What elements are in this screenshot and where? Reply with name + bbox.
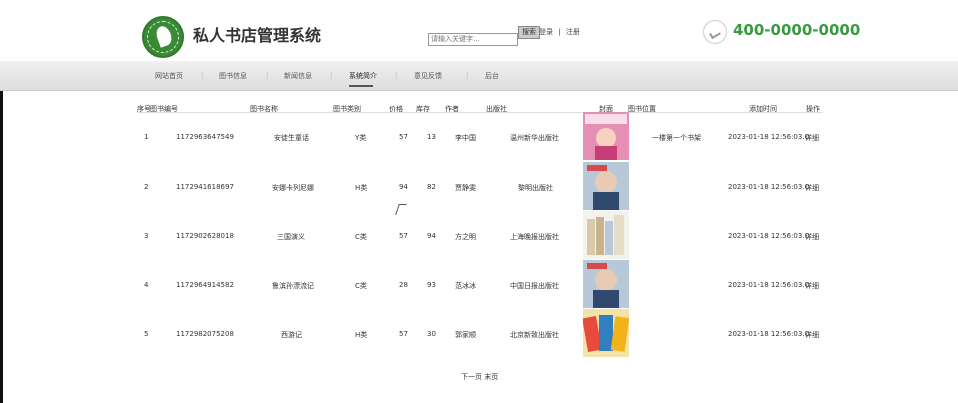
cell-no: 2 <box>144 183 149 191</box>
cell-author: 贾静雯 <box>455 184 476 192</box>
cell-stock: 13 <box>427 133 436 141</box>
site-title: 私人书店管理系统 <box>193 26 322 45</box>
cell-code: 1172963647549 <box>176 133 234 141</box>
cell-author: 李中国 <box>455 134 476 142</box>
cell-name: 三国演义 <box>277 233 305 241</box>
cell-time: 2023-01-18 12:56:03.0 <box>728 183 810 191</box>
cell-no: 5 <box>144 330 149 338</box>
cell-price: 94 <box>399 183 408 191</box>
pagination: 下一页 末页 <box>461 372 498 382</box>
cell-publisher: 温州新华出版社 <box>510 134 559 142</box>
cover-image <box>583 260 629 308</box>
cell-price: 28 <box>399 281 408 289</box>
phone-icon <box>703 20 727 44</box>
cell-price: 57 <box>399 133 408 141</box>
cell-code: 1172964914582 <box>176 281 234 289</box>
cell-stock: 82 <box>427 183 436 191</box>
cover-image <box>583 309 629 357</box>
cell-time: 2023-01-18 12:56:03.0 <box>728 330 810 338</box>
next-page-link[interactable]: 下一页 <box>461 373 482 381</box>
cell-no: 3 <box>144 232 149 240</box>
cover-image <box>583 112 629 160</box>
cell-no: 1 <box>144 133 149 141</box>
register-link[interactable]: 注册 <box>566 28 580 36</box>
nav-active-indicator <box>349 85 373 87</box>
detail-link[interactable]: 详细 <box>805 281 819 291</box>
cell-author: 方之明 <box>455 233 476 241</box>
book-set-cover <box>583 211 629 259</box>
magazine-pink-cover <box>583 112 629 160</box>
nav-item-about[interactable]: 系统简介 <box>349 71 377 81</box>
cell-code: 1172902628018 <box>176 232 234 240</box>
auth-divider: | <box>558 28 561 36</box>
detail-link[interactable]: 详细 <box>805 133 819 143</box>
nav-separator: | <box>330 71 333 79</box>
cell-stock: 30 <box>427 330 436 338</box>
nav-item-admin[interactable]: 后台 <box>485 71 499 81</box>
table-row: 3 1172902628018 三国演义 C类 57 94 方之明 上海晚报出版… <box>0 211 958 259</box>
detail-link[interactable]: 详细 <box>805 232 819 242</box>
search-button[interactable]: 搜索 <box>518 26 540 39</box>
cell-author: 范冰冰 <box>455 282 476 290</box>
nav-separator: | <box>395 71 398 79</box>
cell-category: H类 <box>355 184 368 192</box>
cell-name: 西游记 <box>281 331 302 339</box>
cell-category: C类 <box>355 233 367 241</box>
detail-link[interactable]: 详细 <box>805 183 819 193</box>
cell-stock: 93 <box>427 281 436 289</box>
logo[interactable] <box>142 16 184 58</box>
search-bar: 搜索 <box>428 26 540 46</box>
magazine-man-cover <box>583 162 629 210</box>
cell-author: 郭家顺 <box>455 331 476 339</box>
books-colorful-cover <box>583 309 629 357</box>
nav-separator: | <box>466 71 469 79</box>
main-nav: 网站首页 | 图书信息 | 新闻信息 | 系统简介 | 意见反馈 | 后台 <box>0 61 958 91</box>
cover-image <box>583 211 629 259</box>
table-row: 5 1172982075208 西游记 H类 57 30 郭家顺 北京新致出版社… <box>0 309 958 357</box>
header: 私人书店管理系统 搜索 登录 | 注册 400-0000-0000 <box>0 0 958 61</box>
cell-name: 安徒生童话 <box>274 134 309 142</box>
cell-code: 1172941618697 <box>176 183 234 191</box>
nav-item-books[interactable]: 图书信息 <box>219 71 247 81</box>
cell-time: 2023-01-18 12:56:03.0 <box>728 281 810 289</box>
cell-name: 鲁滨孙漂流记 <box>272 282 314 290</box>
table-row: 1 1172963647549 安徒生童话 Y类 57 13 李中国 温州新华出… <box>0 112 958 160</box>
cell-category: H类 <box>355 331 368 339</box>
login-link[interactable]: 登录 <box>539 28 553 36</box>
magazine-man-cover <box>583 260 629 308</box>
cell-publisher: 上海晚报出版社 <box>510 233 559 241</box>
auth-links: 登录 | 注册 <box>539 27 580 37</box>
table-row: 2 1172941618697 安娜卡列尼娜 H类 94 82 贾静雯 黎明出版… <box>0 162 958 210</box>
cell-time: 2023-01-18 12:56:03.0 <box>728 133 810 141</box>
phone-number: 400-0000-0000 <box>733 21 861 39</box>
search-input[interactable] <box>428 32 518 46</box>
nav-item-news[interactable]: 新闻信息 <box>284 71 312 81</box>
detail-link[interactable]: 详细 <box>805 330 819 340</box>
cell-location: 一楼第一个书架 <box>652 134 701 142</box>
cell-publisher: 黎明出版社 <box>518 184 553 192</box>
nav-separator: | <box>266 71 269 79</box>
cell-price: 57 <box>399 330 408 338</box>
cell-code: 1172982075208 <box>176 330 234 338</box>
cell-no: 4 <box>144 281 149 289</box>
table-row: 4 1172964914582 鲁滨孙漂流记 C类 28 93 范冰冰 中国日报… <box>0 260 958 308</box>
cell-price: 57 <box>399 232 408 240</box>
cell-category: Y类 <box>355 134 367 142</box>
cell-publisher: 北京新致出版社 <box>510 331 559 339</box>
cell-category: C类 <box>355 282 367 290</box>
nav-item-feedback[interactable]: 意见反馈 <box>414 71 442 81</box>
cell-name: 安娜卡列尼娜 <box>272 184 314 192</box>
cell-time: 2023-01-18 12:56:03.0 <box>728 232 810 240</box>
nav-separator: | <box>201 71 204 79</box>
last-page-link[interactable]: 末页 <box>484 373 498 381</box>
nav-item-home[interactable]: 网站首页 <box>155 71 183 81</box>
cell-stock: 94 <box>427 232 436 240</box>
cover-image <box>583 162 629 210</box>
cell-publisher: 中国日报出版社 <box>510 282 559 290</box>
